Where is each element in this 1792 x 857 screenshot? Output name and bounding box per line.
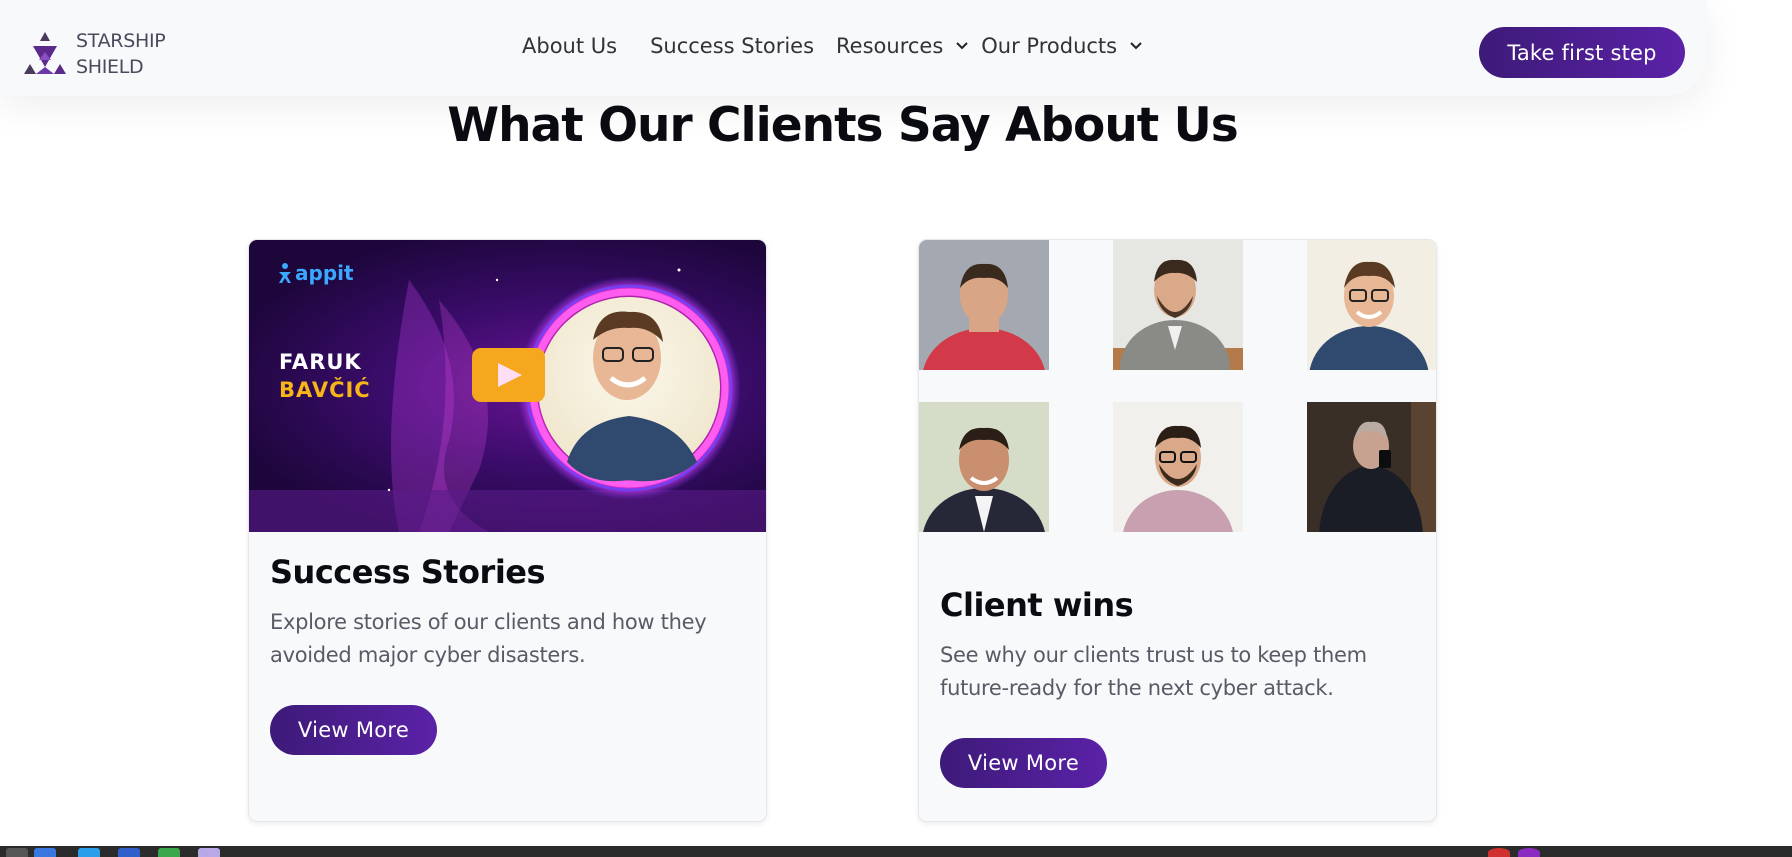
starship-logo-icon	[24, 32, 66, 74]
appit-brand-text: appit	[295, 261, 354, 285]
take-first-step-button[interactable]: Take first step	[1479, 27, 1685, 78]
video-thumbnail[interactable]: appit FARUK BAVČIĆ	[249, 240, 766, 532]
client-photo-grid	[919, 240, 1436, 532]
card-description: Explore stories of our clients and how t…	[270, 610, 707, 667]
taskbar-app-icon[interactable]	[78, 848, 100, 857]
nav-products-label: Our Products	[981, 34, 1118, 58]
brand-logo[interactable]: STARSHIP SHIELD	[20, 28, 166, 80]
taskbar-app-icon[interactable]	[198, 848, 220, 857]
brand-name: STARSHIP SHIELD	[76, 28, 166, 80]
main-nav: About Us Success Stories Resources Our P…	[522, 34, 1143, 58]
success-stories-card: appit FARUK BAVČIĆ Success Stories Explo…	[248, 239, 767, 822]
card-title: Success Stories	[270, 553, 546, 591]
nav-our-products-dropdown[interactable]: Our Products	[981, 34, 1143, 58]
featured-client-name: FARUK BAVČIĆ	[279, 348, 371, 404]
client-photo	[919, 240, 1049, 370]
play-button[interactable]	[472, 348, 545, 402]
client-wins-card: Client wins See why our clients trust us…	[918, 239, 1437, 822]
top-navbar: STARSHIP SHIELD About Us Success Stories…	[0, 0, 1707, 96]
os-taskbar	[0, 846, 1792, 857]
view-more-button[interactable]: View More	[940, 738, 1107, 788]
play-icon	[497, 363, 522, 387]
nav-resources-dropdown[interactable]: Resources	[836, 34, 969, 58]
client-photo	[1113, 240, 1243, 370]
taskbar-app-icon[interactable]	[118, 848, 140, 857]
client-first-name: FARUK	[279, 350, 362, 374]
nav-about-us[interactable]: About Us	[522, 34, 617, 58]
taskbar-app-icon[interactable]	[34, 848, 56, 857]
section-heading: What Our Clients Say About Us	[447, 98, 1239, 153]
brand-line-1: STARSHIP	[76, 30, 166, 52]
card-title: Client wins	[940, 586, 1134, 624]
taskbar-app-icon[interactable]	[158, 848, 180, 857]
taskbar-app-icon[interactable]	[6, 848, 28, 857]
card-description: See why our clients trust us to keep the…	[940, 643, 1367, 700]
appit-logo: appit	[277, 261, 354, 285]
taskbar-app-icon[interactable]	[1488, 848, 1510, 857]
brand-line-2: SHIELD	[76, 56, 144, 78]
client-photo	[1307, 402, 1436, 532]
client-last-name: BAVČIĆ	[279, 378, 371, 402]
client-photo	[1307, 240, 1436, 370]
client-photo	[919, 402, 1049, 532]
appit-person-icon	[279, 263, 291, 283]
nav-success-stories[interactable]: Success Stories	[650, 34, 814, 58]
view-more-button[interactable]: View More	[270, 705, 437, 755]
chevron-down-icon	[1130, 42, 1142, 50]
chevron-down-icon	[956, 42, 968, 50]
nav-resources-label: Resources	[836, 34, 944, 58]
client-photo	[1113, 402, 1243, 532]
taskbar-app-icon[interactable]	[1518, 848, 1540, 857]
